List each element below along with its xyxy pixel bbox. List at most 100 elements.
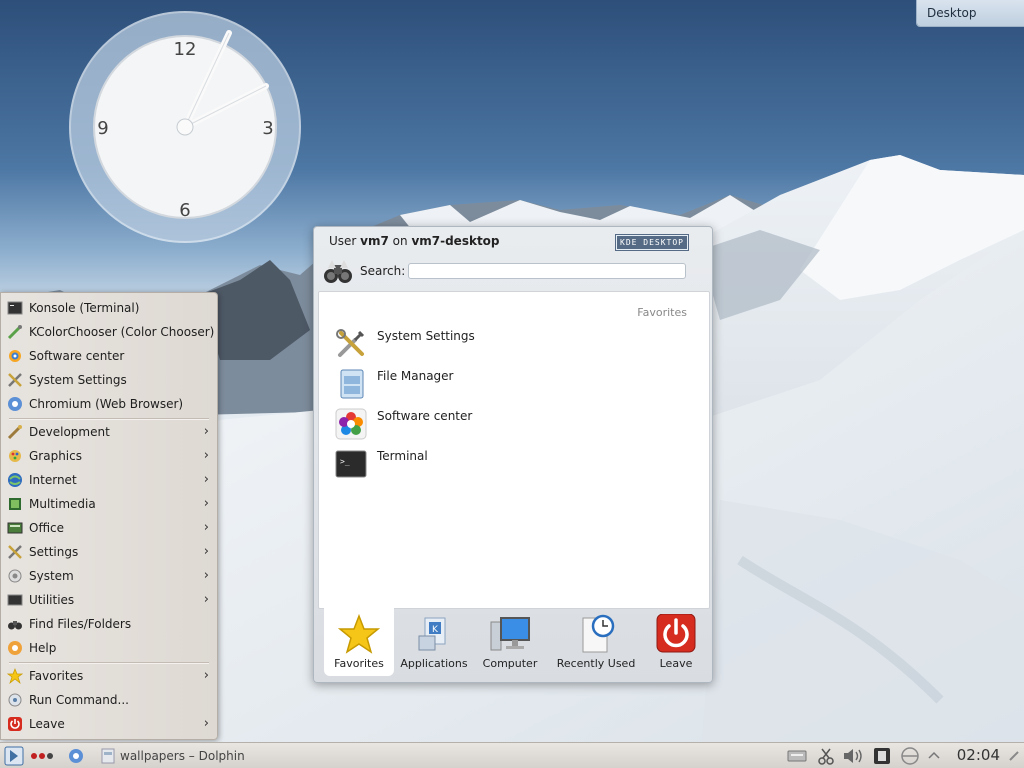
user-info: User vm7 on vm7-desktop (329, 234, 500, 248)
tab-computer[interactable]: Computer (475, 606, 545, 676)
menu-item-office[interactable]: Office › (7, 517, 215, 539)
clipboard-tray[interactable] (818, 747, 834, 765)
favorites-heading: Favorites (637, 306, 687, 319)
host-name: vm7-desktop (411, 234, 500, 248)
menu-item-konsole[interactable]: Konsole (Terminal) (7, 297, 215, 319)
user-name: vm7 (360, 234, 389, 248)
notifications-tray[interactable] (872, 747, 892, 765)
system-settings-icon (8, 373, 22, 387)
tab-label: Recently Used (556, 657, 636, 670)
favorite-label: File Manager (377, 369, 454, 383)
menu-item-development[interactable]: Development › (7, 421, 215, 443)
chromium-launcher[interactable] (68, 747, 84, 765)
menu-item-label: Utilities (29, 593, 75, 607)
application-launcher-button[interactable] (4, 746, 24, 766)
menu-item-leave[interactable]: Leave › (7, 713, 215, 735)
office-icon (7, 522, 23, 534)
favorite-terminal[interactable]: >_ Terminal (335, 446, 675, 482)
chevron-right-icon: › (203, 424, 209, 439)
settings-icon (8, 545, 22, 559)
menu-item-utilities[interactable]: Utilities › (7, 589, 215, 611)
printer-icon (874, 748, 890, 764)
tab-favorites[interactable]: Favorites (324, 606, 394, 676)
launcher-icon (4, 746, 24, 766)
desktop-label[interactable]: Desktop (916, 0, 1024, 27)
menu-item-label: Konsole (Terminal) (29, 301, 140, 315)
favorites-list: Favorites System Settings File Manager S… (318, 291, 710, 609)
star-icon (338, 614, 380, 654)
menu-item-run-command[interactable]: Run Command... (7, 689, 215, 711)
menu-separator (9, 418, 209, 420)
software-center-icon (335, 408, 367, 440)
terminal-icon: >_ (335, 450, 367, 478)
menu-item-label: Office (29, 521, 65, 535)
tray-expand-button[interactable] (928, 747, 940, 765)
tab-recently-used[interactable]: Recently Used (551, 606, 641, 676)
system-icon (8, 569, 22, 583)
multimedia-icon (9, 498, 21, 510)
dolphin-icon (101, 748, 115, 764)
activity-dots[interactable] (30, 747, 54, 765)
menu-item-label: Leave (29, 717, 65, 731)
binoculars-icon (324, 260, 352, 283)
menu-item-label: Software center (29, 349, 125, 363)
network-tray[interactable] (899, 747, 921, 765)
volume-tray[interactable] (842, 747, 866, 765)
menu-item-system[interactable]: System › (7, 565, 215, 587)
clock-numeral-9: 9 (97, 118, 108, 139)
favorite-system-settings[interactable]: System Settings (335, 326, 675, 362)
menu-item-favorites[interactable]: Favorites › (7, 665, 215, 687)
tab-applications[interactable]: K Applications (399, 606, 469, 676)
clock-numeral-3: 3 (262, 118, 273, 139)
clock-numeral-6: 6 (179, 200, 190, 221)
speaker-icon (844, 749, 862, 763)
tab-label: Leave (659, 657, 693, 670)
kickoff-tab-bar: Favorites K Applications Computer Recent… (318, 606, 708, 676)
analog-clock-widget[interactable]: 12 3 6 9 (68, 10, 302, 244)
menu-item-chromium[interactable]: Chromium (Web Browser) (7, 393, 215, 415)
menu-item-label: Internet (29, 473, 77, 487)
menu-item-find-files[interactable]: Find Files/Folders (7, 613, 215, 635)
kickoff-launcher: User vm7 on vm7-desktop KDE DESKTOP Sear… (313, 226, 713, 683)
favorite-file-manager[interactable]: File Manager (335, 366, 675, 402)
menu-item-label: Graphics (29, 449, 82, 463)
chevron-right-icon: › (203, 472, 209, 487)
activities-icon (31, 753, 53, 759)
search-input[interactable] (408, 263, 686, 279)
chevron-right-icon: › (203, 592, 209, 607)
favorite-software-center[interactable]: Software center (335, 406, 675, 442)
menu-item-graphics[interactable]: Graphics › (7, 445, 215, 467)
menu-item-internet[interactable]: Internet › (7, 469, 215, 491)
kde-badge-text: KDE DESKTOP (620, 238, 684, 247)
panel-toolbox[interactable] (1008, 747, 1020, 765)
menu-item-multimedia[interactable]: Multimedia › (7, 493, 215, 515)
menu-item-label: Development (29, 425, 110, 439)
chromium-icon (8, 397, 22, 411)
menu-item-software-center[interactable]: Software center (7, 345, 215, 367)
applications-icon: K (418, 617, 446, 651)
chevron-right-icon: › (203, 520, 209, 535)
application-menu: Konsole (Terminal) KColorChooser (Color … (0, 292, 218, 740)
system-settings-icon (336, 329, 365, 357)
task-dolphin[interactable]: wallpapers – Dolphin (100, 747, 245, 765)
taskbar-clock[interactable]: 02:04 (957, 746, 1000, 764)
keyboard-tray[interactable] (787, 747, 807, 765)
software-center-icon (9, 350, 21, 362)
tab-leave[interactable]: Leave (641, 606, 711, 676)
user-prefix: User (329, 234, 361, 248)
menu-item-kcolorchooser[interactable]: KColorChooser (Color Chooser) (7, 321, 215, 343)
favorite-label: System Settings (377, 329, 475, 343)
tab-label: Favorites (334, 657, 384, 670)
menu-item-help[interactable]: Help (7, 637, 215, 659)
utilities-icon (7, 594, 23, 606)
menu-item-label: System (29, 569, 74, 583)
find-files-icon (8, 621, 22, 630)
development-icon (7, 425, 22, 440)
power-icon (656, 614, 696, 653)
menu-item-settings[interactable]: Settings › (7, 541, 215, 563)
menu-item-system-settings[interactable]: System Settings (7, 369, 215, 391)
menu-item-label: Chromium (Web Browser) (29, 397, 184, 411)
favorites-icon (7, 668, 23, 684)
menu-item-label: Find Files/Folders (29, 617, 132, 631)
run-command-icon (8, 693, 22, 707)
